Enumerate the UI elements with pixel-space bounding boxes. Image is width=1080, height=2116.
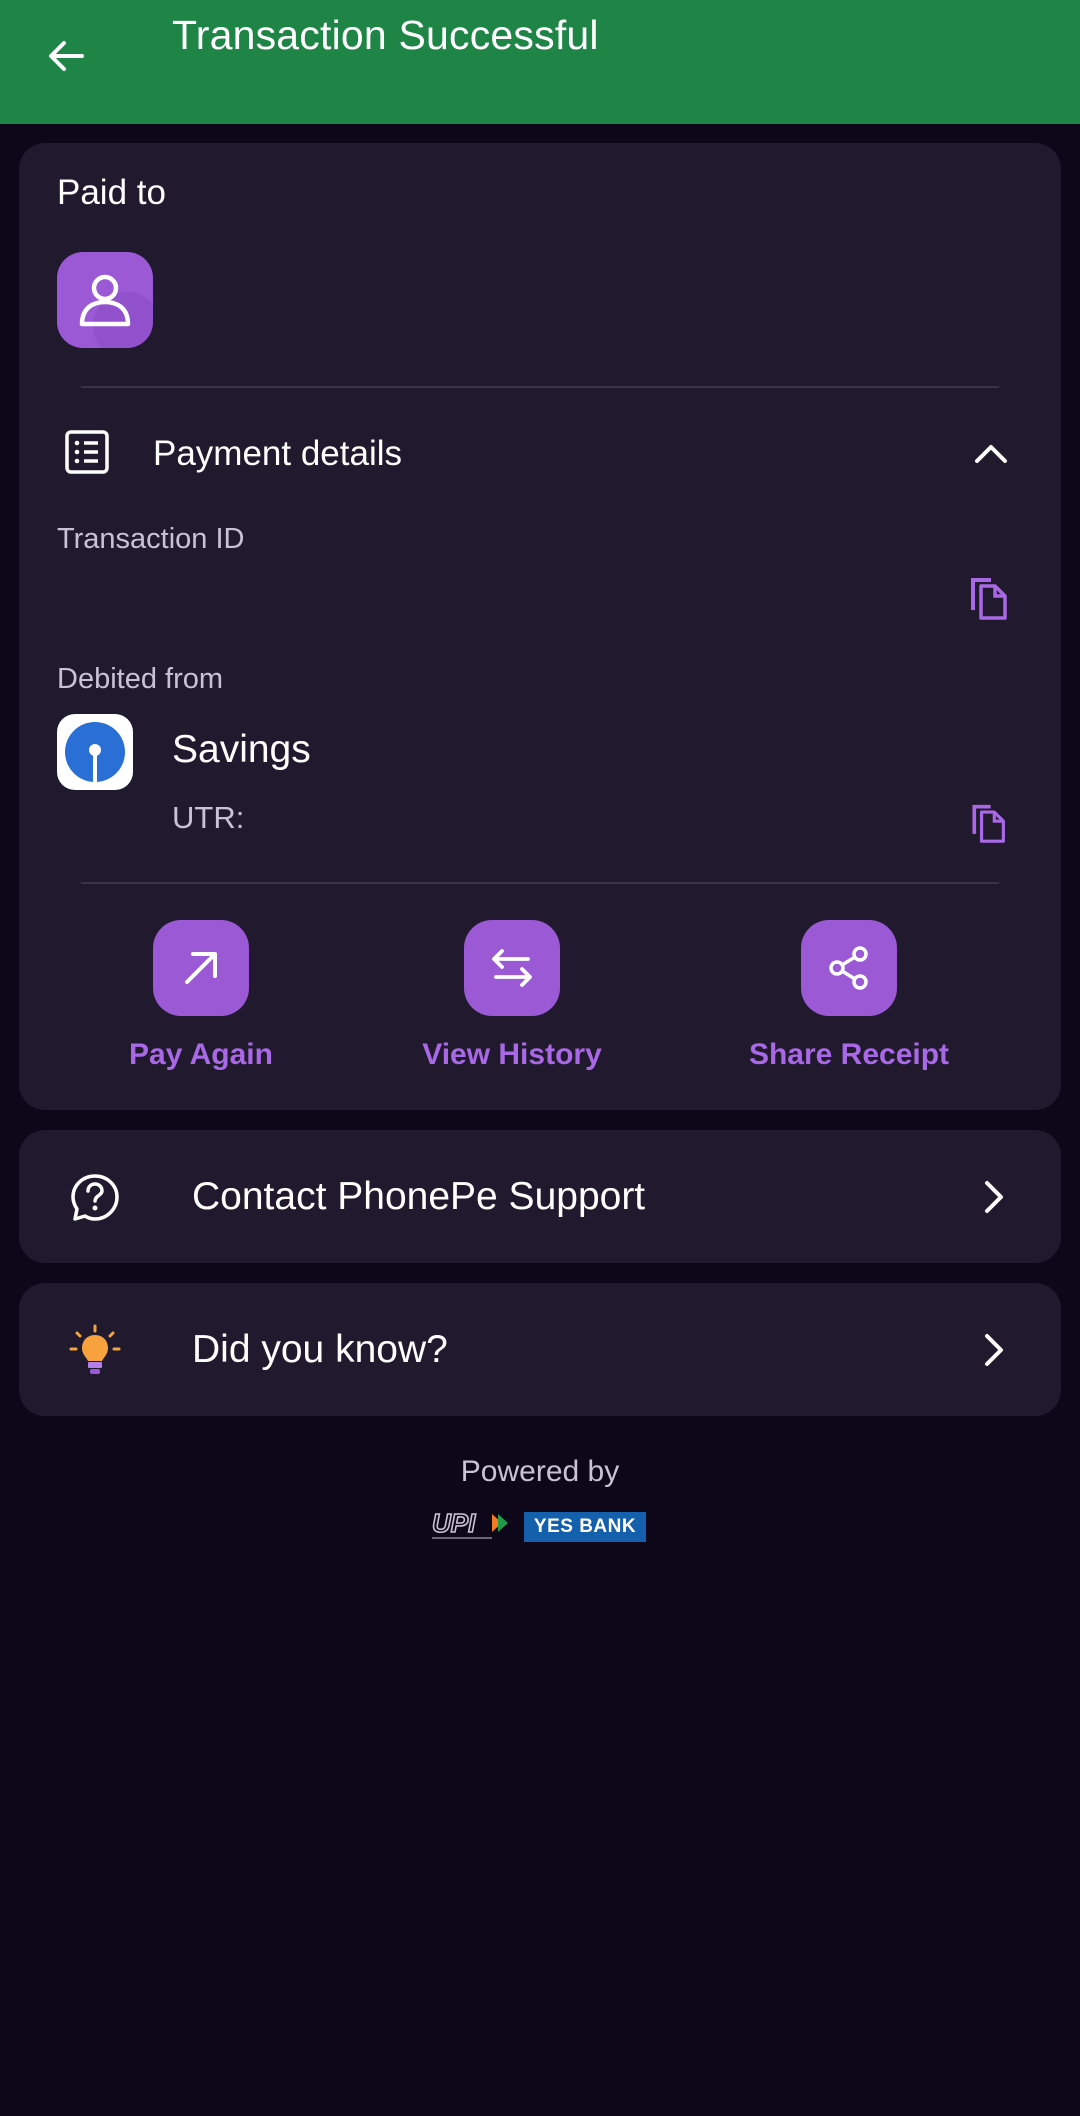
did-you-know-row[interactable]: Did you know?: [19, 1283, 1061, 1416]
chevron-up-icon[interactable]: [969, 432, 1013, 476]
chevron-right-icon: [985, 1334, 1003, 1366]
svg-text:UPI: UPI: [432, 1508, 476, 1538]
share-receipt-circle: [801, 920, 897, 1016]
payment-details-label[interactable]: Payment details: [153, 434, 402, 474]
transaction-card: Paid to Payment details Transaction ID D…: [19, 143, 1061, 1110]
did-you-know-label: Did you know?: [192, 1328, 448, 1371]
account-name: Savings: [172, 728, 311, 771]
arrow-left-icon: [49, 41, 84, 71]
copy-icon[interactable]: [967, 801, 1007, 845]
swap-arrows-icon: [492, 949, 532, 987]
share-receipt-label: Share Receipt: [748, 1038, 950, 1071]
debited-from-label: Debited from: [57, 663, 224, 695]
pay-again-label: Pay Again: [129, 1038, 273, 1071]
view-history-label: View History: [422, 1038, 602, 1071]
help-circle-icon: [71, 1174, 119, 1221]
page-title: Transaction Successful: [172, 12, 599, 58]
paid-to-label: Paid to: [57, 173, 166, 212]
upi-logo: UPI: [431, 1508, 508, 1539]
back-button[interactable]: [36, 26, 96, 86]
lightbulb-icon: [69, 1324, 121, 1374]
view-history-circle: [464, 920, 560, 1016]
sbi-logo-icon: [65, 722, 125, 782]
contact-support-label: Contact PhonePe Support: [192, 1175, 646, 1218]
view-history-button[interactable]: View History: [382, 920, 642, 1072]
share-icon: [829, 946, 868, 990]
transaction-id-label: Transaction ID: [57, 523, 245, 555]
app-header: Transaction Successful: [0, 0, 1080, 124]
arrow-up-right-icon: [185, 952, 217, 984]
divider: [81, 386, 999, 388]
divider: [81, 882, 999, 884]
person-icon: [79, 274, 153, 348]
copy-icon[interactable]: [965, 574, 1009, 622]
utr-label: UTR:: [172, 800, 245, 835]
payee-avatar[interactable]: [57, 252, 153, 348]
yes-bank-logo: YES BANK: [524, 1512, 646, 1542]
chevron-right-icon: [985, 1181, 1003, 1213]
receipt-list-icon: [65, 430, 109, 474]
share-receipt-button[interactable]: Share Receipt: [719, 920, 979, 1072]
pay-again-button[interactable]: Pay Again: [71, 920, 331, 1072]
powered-by-label: Powered by: [460, 1455, 620, 1488]
pay-again-circle: [153, 920, 249, 1016]
contact-support-row[interactable]: Contact PhonePe Support: [19, 1130, 1061, 1263]
bank-logo: [57, 714, 133, 790]
